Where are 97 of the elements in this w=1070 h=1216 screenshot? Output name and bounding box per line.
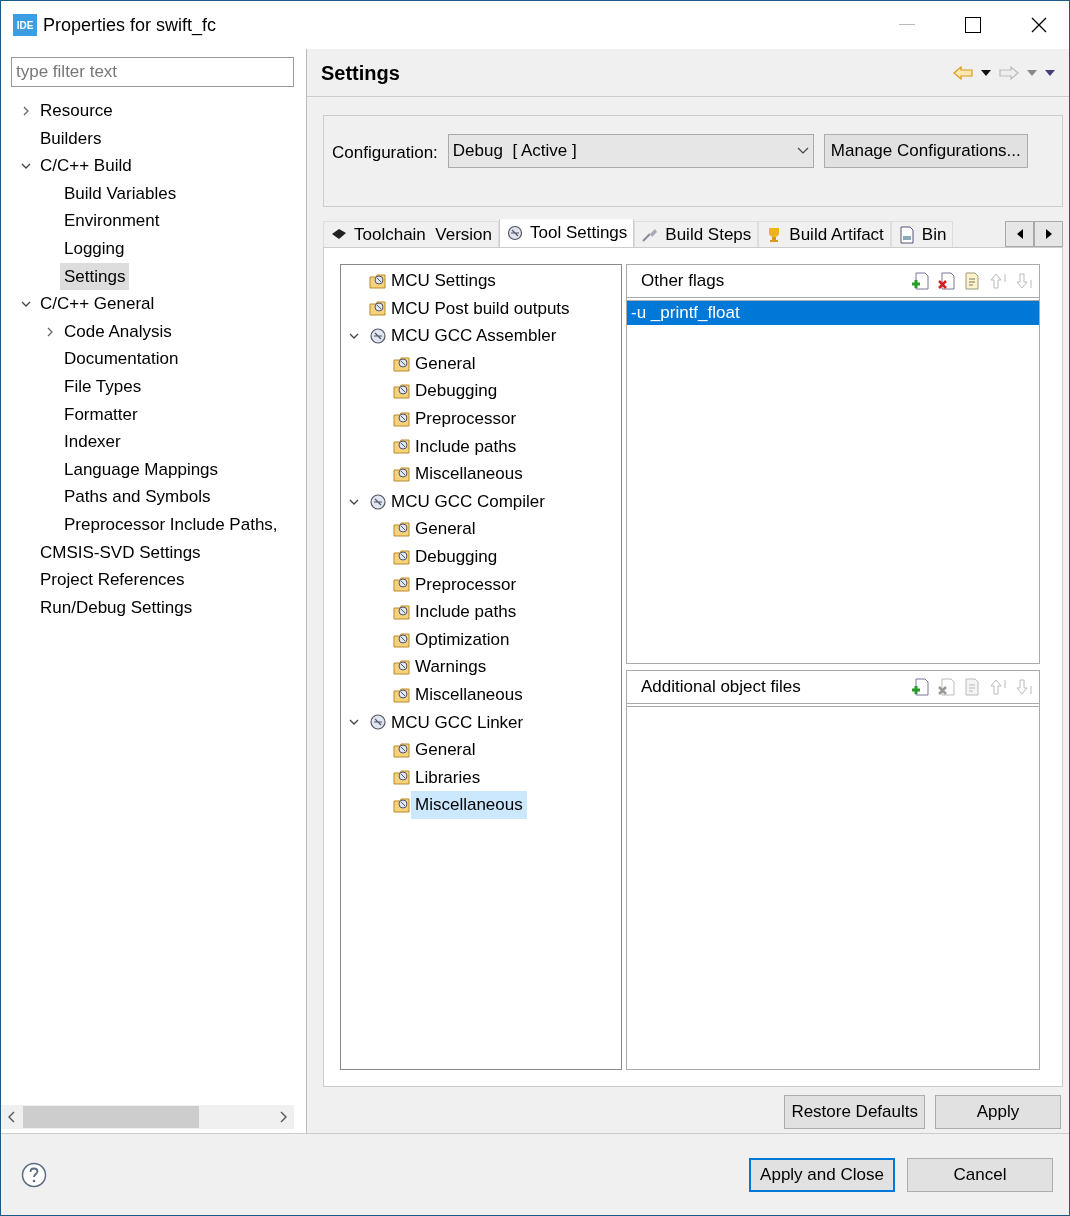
tree-item[interactable]: Preprocessor <box>411 405 521 433</box>
configuration-dropdown[interactable]: Debug [ Active ] <box>447 134 814 168</box>
tab[interactable]: Build Artifact <box>758 221 891 247</box>
tree-item[interactable]: Miscellaneous <box>411 680 527 709</box>
tree-item[interactable]: MCU Post build outputs <box>387 294 574 323</box>
folder-icon <box>393 796 411 815</box>
tree-item[interactable]: Preprocessor <box>411 570 521 599</box>
tree-item[interactable]: Resource <box>36 97 117 125</box>
tree-item[interactable]: Libraries <box>411 763 485 792</box>
tree-item[interactable]: Settings <box>60 262 130 291</box>
tree-item[interactable]: MCU Settings <box>387 267 500 295</box>
folder-icon <box>393 520 411 539</box>
tree-item[interactable]: MCU GCC Linker <box>387 708 528 737</box>
add-icon[interactable] <box>911 678 929 696</box>
folder-icon <box>393 464 411 483</box>
folder-icon <box>393 547 411 566</box>
dialog-button[interactable]: Apply and Close <box>749 1157 895 1192</box>
gear-icon <box>369 327 387 345</box>
folder-icon <box>393 575 411 594</box>
folder-icon <box>393 768 411 787</box>
tab[interactable]: Toolchain Version <box>323 221 499 247</box>
folder-icon <box>369 299 387 318</box>
tab[interactable]: Tool Settings <box>499 219 635 247</box>
folder-icon <box>393 354 411 373</box>
tree-item[interactable]: Formatter <box>60 400 142 429</box>
view-menu-icon[interactable] <box>1045 69 1055 76</box>
tree-item[interactable]: C/C++ Build <box>36 152 136 180</box>
folder-icon <box>393 630 411 649</box>
tree-item[interactable]: File Types <box>60 373 146 401</box>
tree-item[interactable]: General <box>411 349 480 378</box>
tree-item[interactable]: CMSIS-SVD Settings <box>36 538 205 567</box>
list-title: Additional object files <box>641 676 802 699</box>
tree-item[interactable]: Paths and Symbols <box>60 483 215 511</box>
folder-icon <box>393 437 411 456</box>
tree-item[interactable]: MCU GCC Compiler <box>387 487 549 516</box>
tree-item[interactable]: MCU GCC Assembler <box>387 322 561 350</box>
right-arrow-icon <box>1044 229 1053 239</box>
tree-item[interactable]: Include paths <box>411 432 521 461</box>
tree-item[interactable]: Include paths <box>411 598 521 626</box>
dropdown-icon[interactable] <box>981 69 991 76</box>
tab-scroll-right[interactable] <box>1034 221 1063 247</box>
tree-item[interactable]: General <box>411 515 480 543</box>
window-title: Properties for swift_fc <box>43 13 217 38</box>
manage-configurations-button[interactable]: Manage Configurations... <box>823 134 1028 168</box>
add-icon[interactable] <box>911 272 929 290</box>
app-logo: IDE <box>13 14 37 36</box>
back-arrow-icon[interactable] <box>953 64 973 81</box>
chevron-down-icon <box>796 147 809 155</box>
list-title: Other flags <box>641 270 726 293</box>
gear-icon <box>369 492 387 511</box>
folder-icon <box>393 602 411 621</box>
maximize-icon <box>965 17 981 33</box>
tree-item[interactable]: Builders <box>36 124 106 153</box>
tree-item[interactable]: Code Analysis <box>60 317 176 346</box>
tree-item[interactable]: Project References <box>36 566 189 594</box>
folder-icon <box>393 658 411 677</box>
tree-item[interactable]: Debugging <box>411 543 502 571</box>
left-arrow-icon <box>1015 229 1024 239</box>
tree-item[interactable]: Miscellaneous <box>411 460 527 488</box>
tree-item[interactable]: Optimization <box>411 625 514 654</box>
help-icon[interactable] <box>21 1161 47 1188</box>
folder-icon <box>393 382 411 401</box>
gear-icon <box>506 223 524 242</box>
binary-file-icon <box>897 225 916 244</box>
tree-item[interactable]: Documentation <box>60 345 183 373</box>
delete-icon[interactable] <box>937 272 955 290</box>
config-label: Configuration: <box>332 142 438 164</box>
tree-item[interactable]: General <box>411 736 480 764</box>
minimize-icon <box>899 24 915 26</box>
tree-item[interactable]: Build Variables <box>60 179 181 208</box>
list-item[interactable]: -u _printf_float <box>627 301 1039 325</box>
tree-item[interactable]: Indexer <box>60 428 125 456</box>
tab[interactable]: Bin <box>890 221 954 247</box>
tree-item[interactable]: Logging <box>60 235 129 263</box>
action-button[interactable]: Restore Defaults <box>784 1095 925 1129</box>
tab[interactable]: Build Steps <box>634 221 759 247</box>
folder-icon <box>369 271 387 290</box>
page-title: Settings <box>321 60 400 86</box>
dialog-button[interactable]: Cancel <box>907 1157 1053 1192</box>
tree-item[interactable]: Debugging <box>411 377 502 405</box>
edit-icon[interactable] <box>963 272 981 290</box>
scrollbar-thumb[interactable] <box>23 1106 199 1128</box>
tree-item[interactable]: Miscellaneous <box>411 791 527 819</box>
close-icon <box>1031 17 1047 33</box>
folder-icon <box>393 409 411 428</box>
tree-item[interactable]: Warnings <box>411 653 491 681</box>
tree-item[interactable]: Run/Debug Settings <box>36 593 197 622</box>
tree-item[interactable]: Language Mappings <box>60 455 223 484</box>
tree-item[interactable]: C/C++ General <box>36 290 159 318</box>
tree-item[interactable]: Preprocessor Include Paths, <box>60 510 282 539</box>
tree-item[interactable]: Environment <box>60 207 164 235</box>
folder-icon <box>393 740 411 759</box>
action-button[interactable]: Apply <box>935 1095 1061 1129</box>
folder-icon <box>393 685 411 704</box>
tab-scroll-left[interactable] <box>1005 221 1034 247</box>
filter-field[interactable]: type filter text <box>11 57 294 87</box>
gear-icon <box>369 713 387 732</box>
